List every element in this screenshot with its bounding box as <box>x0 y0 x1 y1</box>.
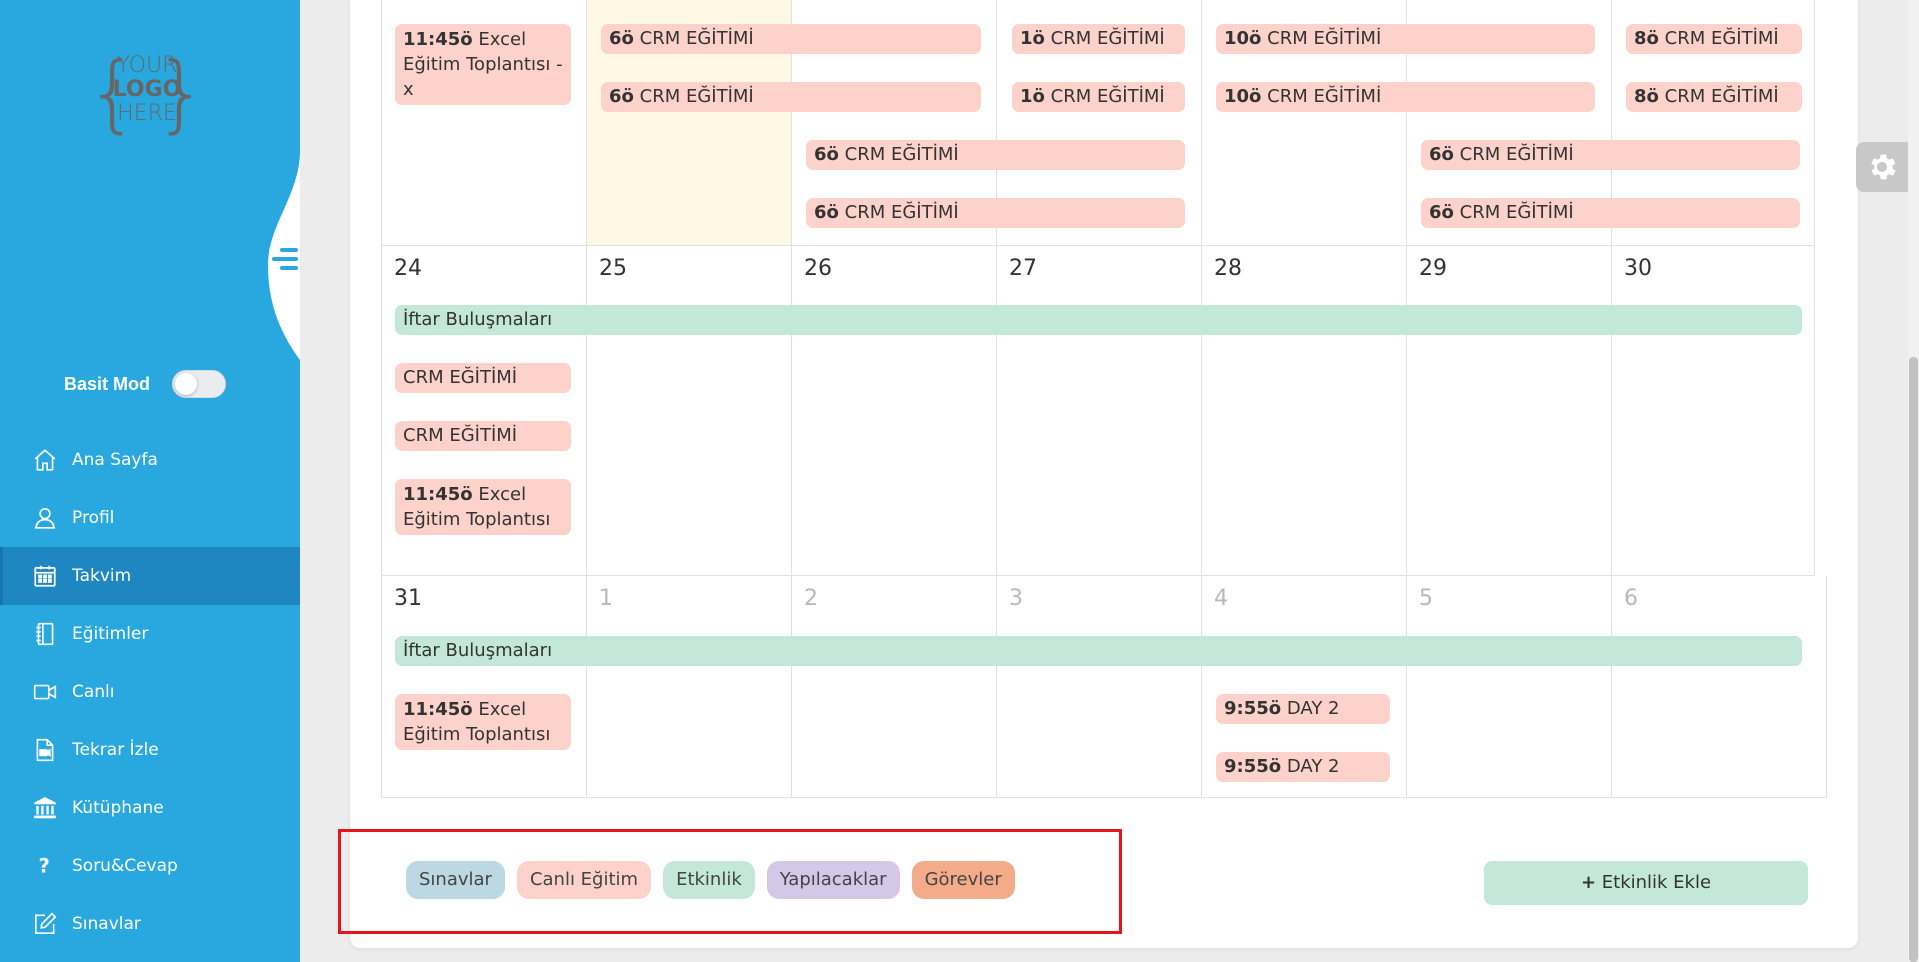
day-number: 27 <box>1009 256 1037 281</box>
day-number: 28 <box>1214 256 1242 281</box>
day-cell[interactable]: 25 <box>587 246 792 576</box>
day-cell[interactable]: 28 <box>1202 246 1407 576</box>
calendar-event[interactable]: 6ö CRM EĞİTİMİ <box>601 24 981 54</box>
calendar-event[interactable]: 10ö CRM EĞİTİMİ <box>1216 82 1595 112</box>
day-number: 31 <box>394 586 422 611</box>
calendar-event[interactable]: CRM EĞİTİMİ <box>395 363 571 393</box>
legend-badge-yapilacaklar[interactable]: Yapılacaklar <box>766 861 900 899</box>
gear-icon <box>1871 154 1896 180</box>
legend-badge-etkinlik[interactable]: Etkinlik <box>663 861 755 899</box>
calendar-event[interactable]: 8ö CRM EĞİTİMİ <box>1626 82 1802 112</box>
day-cell[interactable]: 5 <box>1407 576 1612 798</box>
calendar-event[interactable]: 6ö CRM EĞİTİMİ <box>601 82 981 112</box>
calendar-event[interactable]: CRM EĞİTİMİ <box>395 421 571 451</box>
sidebar-item-label: Soru&Cevap <box>72 856 178 876</box>
calendar-event-multiday[interactable]: İftar Buluşmaları <box>395 636 1802 666</box>
day-cell[interactable]: 31 <box>381 576 587 798</box>
day-number: 25 <box>599 256 627 281</box>
day-cell[interactable]: 29 <box>1407 246 1612 576</box>
calendar-event[interactable]: 1ö CRM EĞİTİMİ <box>1012 82 1185 112</box>
day-cell[interactable]: 1 <box>587 576 792 798</box>
svg-text:?: ? <box>39 855 50 878</box>
day-number: 4 <box>1214 586 1228 611</box>
day-number: 2 <box>804 586 818 611</box>
sidebar-item-sinavlar[interactable]: Sınavlar <box>0 895 300 953</box>
day-cell[interactable]: 30 <box>1612 246 1815 576</box>
calendar-event[interactable]: 11:45ö Excel Eğitim Toplantısı <box>395 694 571 750</box>
add-event-label: Etkinlik Ekle <box>1601 872 1712 893</box>
calendar-event[interactable]: 6ö CRM EĞİTİMİ <box>1421 198 1800 228</box>
calendar-event[interactable]: 8ö CRM EĞİTİMİ <box>1626 24 1802 54</box>
calendar-grid: 11:45ö Excel Eğitim Toplantısı - x 6ö CR… <box>0 0 1919 800</box>
calendar-event[interactable]: 6ö CRM EĞİTİMİ <box>1421 140 1800 170</box>
calendar-event[interactable]: 9:55ö DAY 2 <box>1216 752 1390 782</box>
settings-button[interactable] <box>1856 142 1908 192</box>
day-number: 3 <box>1009 586 1023 611</box>
sidebar-item-soru-cevap[interactable]: ? Soru&Cevap <box>0 837 300 895</box>
calendar-event[interactable]: 6ö CRM EĞİTİMİ <box>806 140 1185 170</box>
day-number: 26 <box>804 256 832 281</box>
sidebar-item-label: Kütüphane <box>72 798 164 818</box>
day-number: 5 <box>1419 586 1433 611</box>
calendar-event[interactable]: 1ö CRM EĞİTİMİ <box>1012 24 1185 54</box>
plus-icon: + <box>1580 872 1597 893</box>
calendar-event-multiday[interactable]: İftar Buluşmaları <box>395 305 1802 335</box>
legend-badge-sinavlar[interactable]: Sınavlar <box>406 861 505 899</box>
calendar-event[interactable]: 11:45ö Excel Eğitim Toplantısı <box>395 479 571 535</box>
day-cell[interactable]: 27 <box>997 246 1202 576</box>
day-number: 6 <box>1624 586 1638 611</box>
add-event-button[interactable]: + Etkinlik Ekle <box>1484 861 1808 905</box>
calendar-event[interactable]: 9:55ö DAY 2 <box>1216 694 1390 724</box>
day-number: 1 <box>599 586 613 611</box>
day-number: 24 <box>394 256 422 281</box>
day-cell[interactable]: 3 <box>997 576 1202 798</box>
day-cell[interactable]: 26 <box>792 246 997 576</box>
scrollbar-thumb[interactable] <box>1909 357 1918 962</box>
day-number: 29 <box>1419 256 1447 281</box>
event-type-legend: Sınavlar Canlı Eğitim Etkinlik Yapılacak… <box>406 861 1015 899</box>
legend-badge-gorevler[interactable]: Görevler <box>911 861 1015 899</box>
sidebar-item-label: Sınavlar <box>72 914 141 934</box>
day-cell[interactable]: 6 <box>1612 576 1827 798</box>
calendar-event[interactable]: 6ö CRM EĞİTİMİ <box>806 198 1185 228</box>
calendar-event[interactable]: 11:45ö Excel Eğitim Toplantısı - x <box>395 24 571 105</box>
day-number: 30 <box>1624 256 1652 281</box>
legend-badge-canli-egitim[interactable]: Canlı Eğitim <box>516 861 652 899</box>
edit-icon <box>34 912 57 935</box>
question-icon: ? <box>39 855 50 878</box>
calendar-event[interactable]: 10ö CRM EĞİTİMİ <box>1216 24 1595 54</box>
day-cell[interactable]: 2 <box>792 576 997 798</box>
